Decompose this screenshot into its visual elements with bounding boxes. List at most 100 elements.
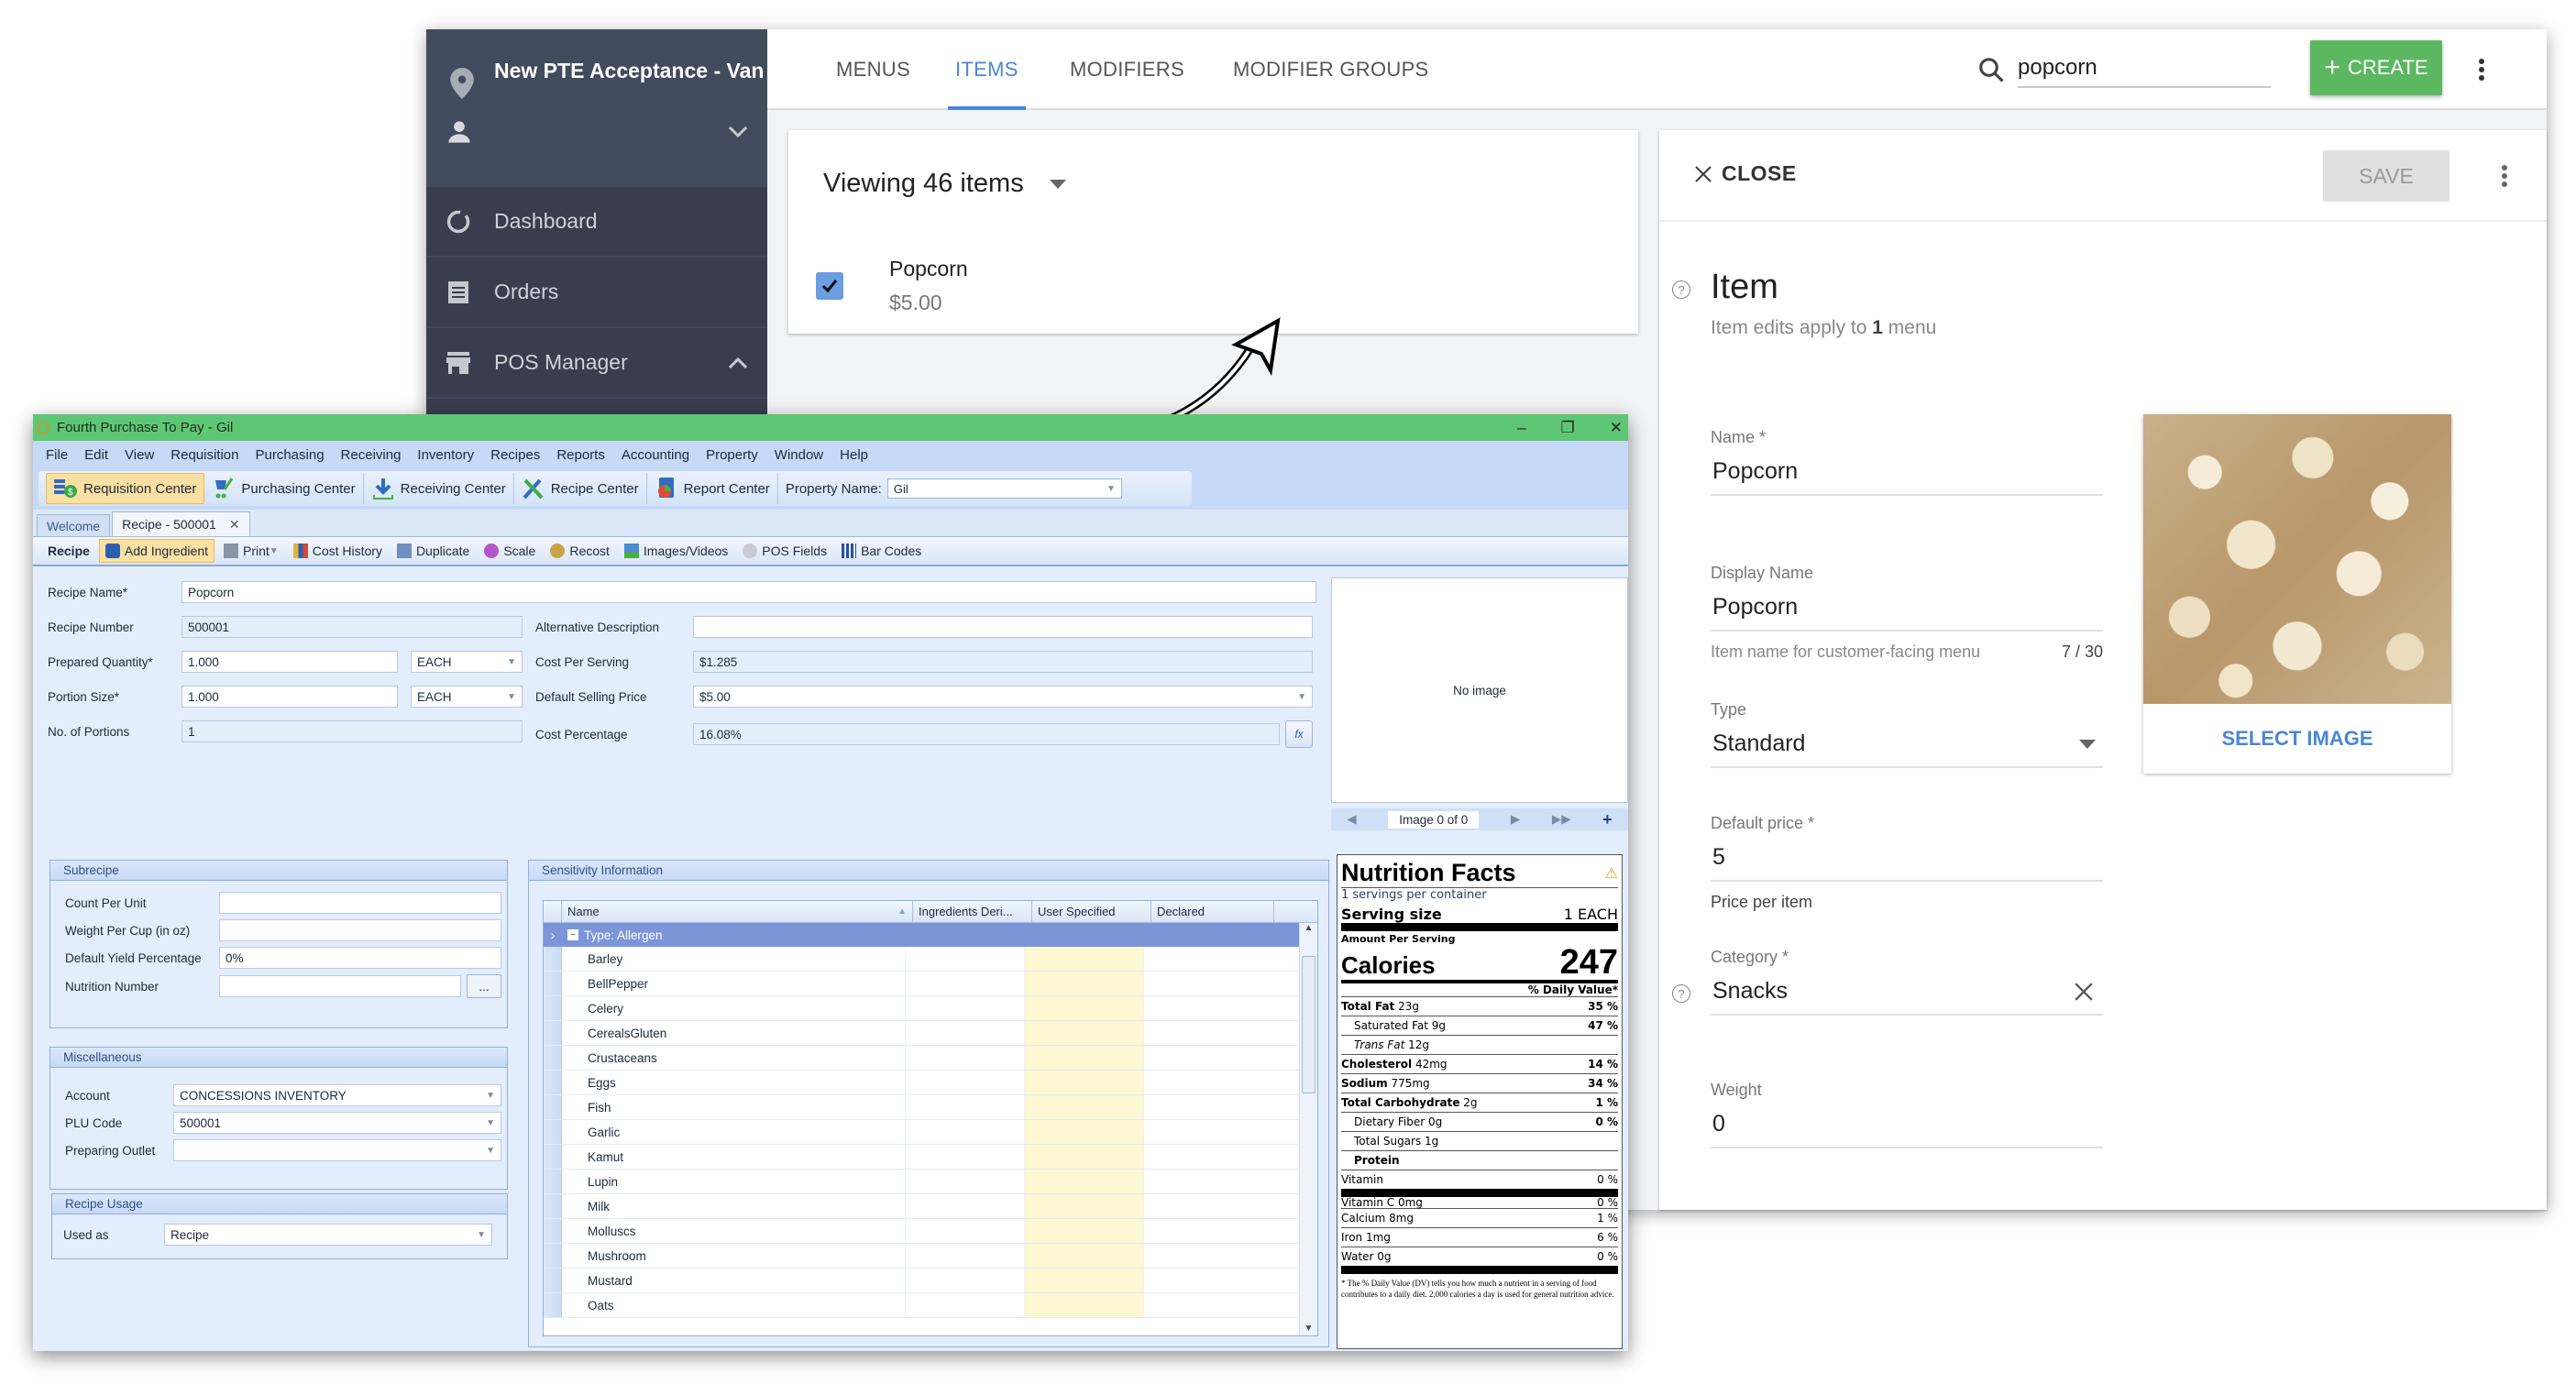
user-specified-cell[interactable]: [1025, 1269, 1144, 1292]
table-row[interactable]: BellPepper: [544, 972, 1317, 996]
user-specified-cell[interactable]: [1025, 1046, 1144, 1070]
table-row[interactable]: Molluscs: [544, 1219, 1317, 1244]
report-center-button[interactable]: Report Center: [647, 473, 778, 504]
column-header-user-specified[interactable]: User Specified: [1032, 901, 1151, 922]
menu-edit[interactable]: Edit: [84, 447, 108, 463]
table-row[interactable]: Milk: [544, 1194, 1317, 1219]
purchasing-center-button[interactable]: Purchasing Center: [204, 473, 364, 504]
search-input[interactable]: popcorn: [2018, 51, 2271, 88]
user-specified-cell[interactable]: [1025, 947, 1144, 971]
menu-accounting[interactable]: Accounting: [622, 447, 689, 463]
preparing-outlet-select[interactable]: ▼: [173, 1139, 501, 1161]
property-name-select[interactable]: Gil ▼: [886, 478, 1122, 499]
save-button[interactable]: SAVE: [2323, 150, 2449, 202]
tab-welcome[interactable]: Welcome: [37, 514, 111, 536]
minimize-icon[interactable]: –: [1517, 419, 1525, 437]
warning-icon[interactable]: ⚠: [1605, 864, 1618, 882]
default-yield-input[interactable]: 0%: [219, 947, 501, 969]
default-price-input[interactable]: 5: [1711, 844, 2103, 882]
column-header-ingredients[interactable]: Ingredients Deri...: [913, 901, 1032, 922]
clear-icon[interactable]: [2074, 982, 2094, 1002]
user-specified-cell[interactable]: [1025, 1095, 1144, 1119]
menu-file[interactable]: File: [46, 447, 68, 463]
list-item[interactable]: Popcorn $5.00: [816, 257, 968, 315]
receiving-center-button[interactable]: Receiving Center: [364, 473, 514, 504]
group-row[interactable]: › − Type: Allergen: [544, 923, 1317, 947]
recipe-center-button[interactable]: Recipe Center: [514, 473, 647, 504]
window-close-icon[interactable]: ✕: [1610, 419, 1623, 437]
recipe-name-input[interactable]: Popcorn: [182, 581, 1316, 603]
table-row[interactable]: Garlic: [544, 1120, 1317, 1145]
user-specified-cell[interactable]: [1025, 1071, 1144, 1094]
scale-button[interactable]: Scale: [479, 539, 541, 563]
add-image-icon[interactable]: +: [1602, 810, 1613, 829]
viewing-filter[interactable]: Viewing 46 items: [823, 169, 1066, 199]
user-specified-cell[interactable]: [1025, 1145, 1144, 1169]
user-specified-cell[interactable]: [1025, 996, 1144, 1020]
collapse-icon[interactable]: −: [567, 929, 578, 940]
scroll-down-icon[interactable]: ▼: [1300, 1324, 1317, 1334]
menu-reports[interactable]: Reports: [556, 447, 605, 463]
used-as-select[interactable]: Recipe ▼: [164, 1224, 492, 1246]
count-per-unit-input[interactable]: [219, 892, 501, 914]
user-specified-cell[interactable]: [1025, 1170, 1144, 1193]
user-selector[interactable]: [446, 119, 749, 145]
menu-requisition[interactable]: Requisition: [171, 447, 238, 463]
user-specified-cell[interactable]: [1025, 1244, 1144, 1268]
user-specified-cell[interactable]: [1025, 1219, 1144, 1243]
restore-icon[interactable]: ❐: [1561, 419, 1575, 437]
user-specified-cell[interactable]: [1025, 1194, 1144, 1218]
table-row[interactable]: Kamut: [544, 1145, 1317, 1170]
requisition-center-button[interactable]: $ Requisition Center: [46, 473, 205, 504]
column-header-declared[interactable]: Declared: [1151, 901, 1274, 922]
table-row[interactable]: CerealsGluten: [544, 1021, 1317, 1046]
table-row[interactable]: Eggs: [544, 1071, 1317, 1095]
column-header-name[interactable]: Name ▲: [562, 901, 913, 922]
menu-receiving[interactable]: Receiving: [341, 447, 402, 463]
menu-recipes[interactable]: Recipes: [490, 447, 540, 463]
item-checkbox[interactable]: [816, 272, 843, 300]
menu-property[interactable]: Property: [706, 447, 758, 463]
category-help-icon[interactable]: ?: [1672, 984, 1690, 1003]
menu-inventory[interactable]: Inventory: [417, 447, 474, 463]
account-select[interactable]: CONCESSIONS INVENTORY ▼: [173, 1084, 501, 1106]
create-button[interactable]: + CREATE: [2310, 40, 2442, 95]
sidebar-item-orders[interactable]: Orders: [426, 258, 767, 328]
menu-view[interactable]: View: [125, 447, 154, 463]
table-row[interactable]: Oats: [544, 1293, 1317, 1318]
bar-codes-button[interactable]: Bar Codes: [836, 539, 927, 563]
table-row[interactable]: Barley: [544, 947, 1317, 972]
category-input[interactable]: Snacks: [1711, 978, 2103, 1016]
print-button[interactable]: Print ▼: [218, 539, 284, 563]
detail-more-options-icon[interactable]: [2495, 165, 2514, 187]
prev-image-icon[interactable]: ◀: [1347, 812, 1356, 827]
scroll-thumb[interactable]: [1302, 956, 1316, 1093]
pos-fields-button[interactable]: POS Fields: [737, 539, 832, 563]
alt-description-input[interactable]: [693, 616, 1313, 638]
scroll-up-icon[interactable]: ▲: [1300, 923, 1317, 933]
table-row[interactable]: Mushroom: [544, 1244, 1317, 1269]
nutrition-lookup-button[interactable]: ...: [467, 974, 501, 998]
display-name-input[interactable]: Popcorn: [1711, 594, 2103, 632]
tab-modifiers[interactable]: MODIFIERS: [1070, 29, 1184, 110]
portion-unit-select[interactable]: EACH ▼: [411, 686, 523, 708]
search-icon[interactable]: [1977, 56, 2005, 83]
menu-help[interactable]: Help: [840, 447, 868, 463]
tab-recipe[interactable]: Recipe - 500001 ✕: [112, 511, 250, 536]
grid-scrollbar[interactable]: ▲ ▼: [1299, 923, 1317, 1335]
table-row[interactable]: Crustaceans: [544, 1046, 1317, 1071]
portion-size-input[interactable]: 1.000: [182, 686, 398, 708]
type-select[interactable]: Standard: [1711, 730, 2103, 768]
location-selector[interactable]: New PTE Acceptance - Van: [450, 48, 764, 99]
prepared-unit-select[interactable]: EACH ▼: [411, 651, 523, 673]
add-ingredient-button[interactable]: Add Ingredient: [98, 539, 215, 563]
help-icon[interactable]: ?: [1672, 280, 1690, 299]
user-specified-cell[interactable]: [1025, 1293, 1144, 1317]
cost-history-button[interactable]: Cost History: [288, 539, 388, 563]
name-input[interactable]: Popcorn: [1711, 458, 2103, 496]
more-options-icon[interactable]: [2472, 59, 2491, 81]
weight-per-cup-input[interactable]: [219, 919, 501, 941]
selling-price-select[interactable]: $5.00 ▼: [693, 686, 1313, 708]
prepared-quantity-input[interactable]: 1.000: [182, 651, 398, 673]
tab-modifier-groups[interactable]: MODIFIER GROUPS: [1233, 29, 1429, 110]
